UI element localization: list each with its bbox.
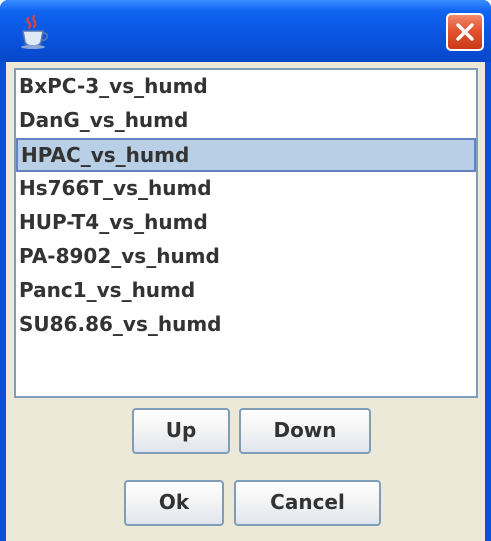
list-item[interactable]: PA-8902_vs_humd [16,240,476,274]
dialog-window: BxPC-3_vs_humd DanG_vs_humd HPAC_vs_humd… [0,0,491,541]
list-item[interactable]: DanG_vs_humd [16,104,476,138]
java-coffee-cup-icon[interactable] [16,14,52,50]
cancel-button[interactable]: Cancel [234,480,381,526]
list-item[interactable]: Hs766T_vs_humd [16,172,476,206]
ok-button[interactable]: Ok [124,480,224,526]
close-x-icon [456,23,474,41]
list-item[interactable]: HUP-T4_vs_humd [16,206,476,240]
list-item[interactable]: Panc1_vs_humd [16,274,476,308]
list-item[interactable]: SU86.86_vs_humd [16,308,476,342]
list-item-selected[interactable]: HPAC_vs_humd [16,138,476,172]
item-list[interactable]: BxPC-3_vs_humd DanG_vs_humd HPAC_vs_humd… [14,68,478,398]
up-button[interactable]: Up [132,408,230,454]
dialog-content: BxPC-3_vs_humd DanG_vs_humd HPAC_vs_humd… [6,62,485,541]
down-button[interactable]: Down [239,408,371,454]
close-button[interactable] [446,13,484,51]
list-item[interactable]: BxPC-3_vs_humd [16,70,476,104]
title-bar[interactable] [0,0,491,62]
